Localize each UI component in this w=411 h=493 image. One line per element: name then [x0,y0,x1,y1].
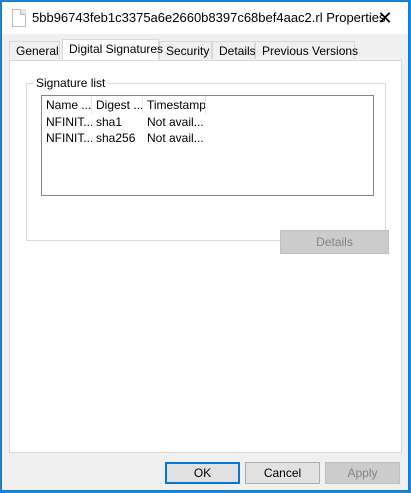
list-header: Name ... Digest ... Timestamp [42,96,373,114]
list-item[interactable]: NFINIT... sha256 Not avail... [42,130,373,146]
tab-digital-signatures[interactable]: Digital Signatures [62,39,163,60]
timestamp: Not avail... [147,131,204,145]
tab-panel: Signature list Name ... Digest ... Times… [9,60,402,453]
signature-details-button[interactable]: Details [280,230,389,254]
signature-list[interactable]: Name ... Digest ... Timestamp NFINIT... … [41,95,374,196]
digest-algorithm: sha1 [96,115,123,129]
cancel-button[interactable]: Cancel [245,462,320,484]
column-header-timestamp[interactable]: Timestamp [143,96,206,114]
digest-algorithm: sha256 [96,131,136,145]
ok-button[interactable]: OK [165,462,240,484]
title-bar: 5bb96743feb1c3375a6e2660b8397c68bef4aac2… [2,2,408,34]
tab-details[interactable]: Details [212,41,256,59]
properties-dialog: 5bb96743feb1c3375a6e2660b8397c68bef4aac2… [1,1,409,491]
close-button[interactable]: ✕ [362,2,408,34]
tab-strip: General Digital Signatures Security Deta… [9,39,403,60]
timestamp: Not avail... [147,115,204,129]
file-icon [12,9,26,27]
column-header-digest[interactable]: Digest ... [92,96,143,114]
tab-general[interactable]: General [9,41,60,59]
signature-list-label: Signature list [34,76,108,90]
tab-previous-versions[interactable]: Previous Versions [255,41,358,59]
list-item[interactable]: NFINIT... sha1 Not avail... [42,114,373,130]
signature-list-group: Signature list Name ... Digest ... Times… [26,76,389,254]
signer-name: NFINIT... [46,131,92,145]
signer-name: NFINIT... [46,115,92,129]
apply-button[interactable]: Apply [325,462,400,484]
tab-security[interactable]: Security [159,41,212,59]
column-header-name[interactable]: Name ... [42,96,92,114]
window-title: 5bb96743feb1c3375a6e2660b8397c68bef4aac2… [32,10,386,25]
